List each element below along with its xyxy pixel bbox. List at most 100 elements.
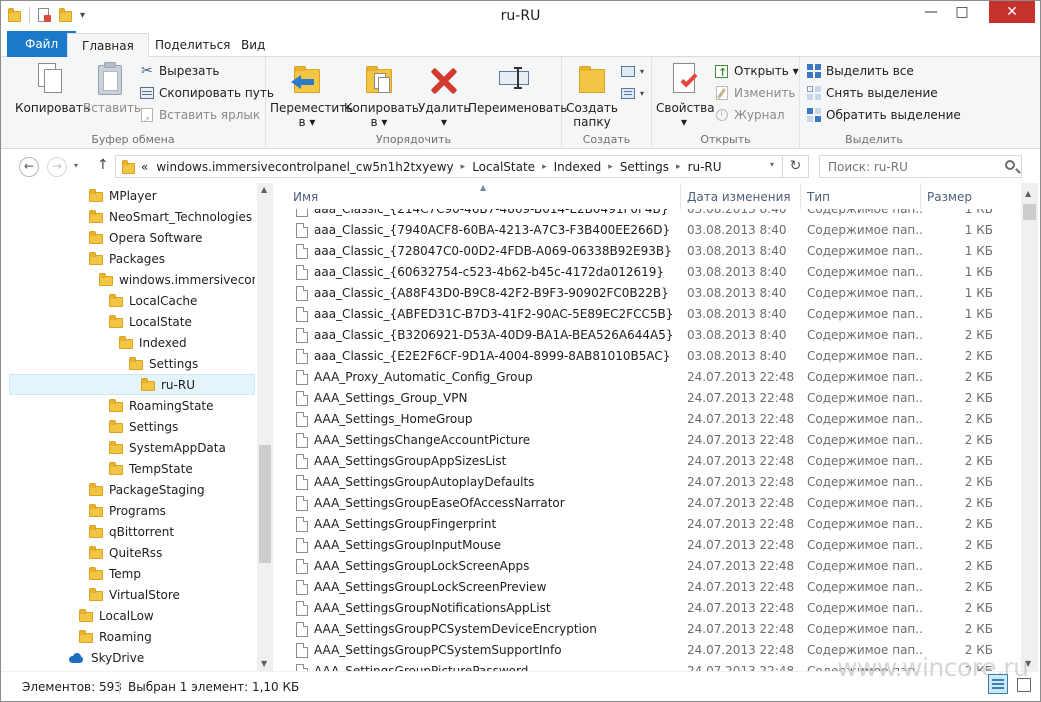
tree-item[interactable]: ru-RU [9,374,255,395]
scroll-down-icon[interactable]: ▼ [261,659,267,668]
nav-scroll-thumb[interactable] [259,445,271,563]
tree-item[interactable]: LocalState [9,311,255,332]
table-row[interactable]: AAA_SettingsChangeAccountPicture 24.07.20… [277,430,1021,451]
table-row[interactable]: AAA_Proxy_Automatic_Config_Group 24.07.20… [277,367,1021,388]
properties-button[interactable]: Свойства ▾ [656,61,715,129]
details-view-icon[interactable] [988,674,1008,694]
tab-view[interactable]: Вид [227,33,279,57]
tree-item[interactable]: VirtualStore [9,584,255,605]
tree-item[interactable]: NeoSmart_Technologies [9,206,255,227]
address-bar[interactable]: « windows.immersivecontrolpanel_cw5n1h2t… [115,155,809,178]
tab-file[interactable]: Файл [7,31,77,57]
tree-item[interactable]: Indexed [9,332,255,353]
tree-item[interactable]: Temp [9,563,255,584]
close-button[interactable]: ✕ [989,1,1035,23]
chevron-right-icon[interactable]: ▸ [539,162,550,172]
chevron-right-icon[interactable]: ▸ [605,162,616,172]
table-row[interactable]: aaa_Classic_{E2E2F6CF-9D1A-4004-8999-8AB… [277,346,1021,367]
recent-locations-icon[interactable]: ▾ [74,161,78,170]
file-scroll-thumb[interactable] [1023,204,1036,220]
open-button[interactable]: ↑ Открыть ▾ [714,61,799,81]
edit-button[interactable]: Изменить [714,83,796,103]
table-row[interactable]: aaa_Classic_{214C7C90-46B7-4869-B014-E2B… [277,209,1021,220]
select-none-button[interactable]: Снять выделение [806,83,938,103]
minimize-button[interactable]: — [916,1,946,23]
table-row[interactable]: AAA_SettingsGroupInputMouse 24.07.2013 22… [277,535,1021,556]
tree-item[interactable]: QuiteRss [9,542,255,563]
search-box[interactable] [819,155,1022,178]
history-button[interactable]: Журнал [714,105,785,125]
table-row[interactable]: aaa_Classic_{60632754-c523-4b62-b45c-417… [277,262,1021,283]
tree-item[interactable]: SystemAppData [9,437,255,458]
table-row[interactable]: AAA_SettingsGroupFingerprint 24.07.2013 2… [277,514,1021,535]
paste-shortcut-button[interactable]: ↗ Вставить ярлык [139,105,260,125]
breadcrumb-item[interactable]: windows.immersivecontrolpanel_cw5n1h2txy… [152,160,457,174]
tree-item[interactable]: LocalLow [9,605,255,626]
column-date[interactable]: Дата изменения [679,183,801,209]
easy-access-button[interactable]: ▾ [620,83,644,103]
search-input[interactable] [820,156,990,177]
tree-item[interactable]: SkyDrive [9,647,255,668]
forward-button[interactable]: → [47,157,67,177]
tree-item[interactable]: RoamingState [9,395,255,416]
select-all-button[interactable]: Выделить все [806,61,914,81]
table-row[interactable]: AAA_SettingsGroupLockScreenApps 24.07.201… [277,556,1021,577]
table-row[interactable]: AAA_SettingsGroupEaseOfAccessNarrator 24.… [277,493,1021,514]
copy-to-button[interactable]: Копировать в ▾ [344,61,419,129]
tree-item[interactable]: MPlayer [9,185,255,206]
chevron-right-icon[interactable]: ▸ [673,162,684,172]
table-row[interactable]: aaa_Classic_{728047C0-00D2-4FDB-A069-063… [277,241,1021,262]
refresh-icon[interactable]: ↻ [782,156,808,177]
column-size[interactable]: Размер [919,183,997,209]
copy-path-button[interactable]: Скопировать путь [139,83,274,103]
chevron-right-icon[interactable]: ▸ [458,162,469,172]
back-button[interactable]: ← [19,157,39,177]
new-item-button[interactable]: ▾ [620,61,644,81]
breadcrumb-item[interactable]: ru-RU [684,160,726,174]
new-folder-button[interactable]: Создать папку [566,61,618,129]
up-button[interactable]: ↑ [97,157,109,173]
rename-button[interactable]: Переименовать [468,61,567,115]
search-icon[interactable] [1005,160,1015,170]
breadcrumb-item[interactable]: Settings [616,160,673,174]
breadcrumb-item[interactable]: LocalState [468,160,539,174]
table-row[interactable]: aaa_Classic_{7940ACF8-60BA-4213-A7C3-F3B… [277,220,1021,241]
table-row[interactable]: AAA_Settings_HomeGroup 24.07.2013 22:48 Со… [277,409,1021,430]
invert-selection-button[interactable]: Обратить выделение [806,105,961,125]
large-icons-view-icon[interactable] [1013,674,1033,694]
tree-item[interactable]: Opera Software [9,227,255,248]
tree-item[interactable]: Packages [9,248,255,269]
table-row[interactable]: AAA_SettingsGroupAutoplayDefaults 24.07.2… [277,472,1021,493]
file-scrollbar[interactable]: ▲ ▼ [1021,183,1038,671]
table-row[interactable]: AAA_SettingsGroupAppSizesList 24.07.2013 … [277,451,1021,472]
address-history-icon[interactable]: ▾ [770,160,774,169]
tree-item[interactable]: PackageStaging [9,479,255,500]
table-row[interactable]: AAA_SettingsGroupLockScreenPreview 24.07.… [277,577,1021,598]
table-row[interactable]: AAA_SettingsGroupNotificationsAppList 24.… [277,598,1021,619]
move-to-button[interactable]: Переместить в ▾ [270,61,353,129]
column-name[interactable]: Имя [285,183,681,209]
tree-item[interactable]: LocalCache [9,290,255,311]
breadcrumb-overflow[interactable]: « [137,160,152,174]
delete-button[interactable]: Удалить ▾ [418,61,471,129]
nav-scrollbar[interactable]: ▲ ▼ [257,183,273,671]
cut-button[interactable]: ✂ Вырезать [139,61,220,81]
table-row[interactable]: AAA_SettingsGroupPCSystemDeviceEncryptio… [277,619,1021,640]
tree-item[interactable]: windows.immersivecontrolpanel_cw5n1h2txy… [9,269,255,290]
table-row[interactable]: aaa_Classic_{B3206921-D53A-40D9-BA1A-BEA… [277,325,1021,346]
breadcrumb-item[interactable]: Indexed [550,160,606,174]
column-type[interactable]: Тип [799,183,921,209]
tab-home[interactable]: Главная [67,33,149,58]
tree-item[interactable]: TempState [9,458,255,479]
table-row[interactable]: AAA_Settings_Group_VPN 24.07.2013 22:48 Со… [277,388,1021,409]
tree-item[interactable]: Settings [9,416,255,437]
table-row[interactable]: aaa_Classic_{ABFED31C-B7D3-41F2-90AC-5E8… [277,304,1021,325]
table-row[interactable]: aaa_Classic_{A88F43D0-B9C8-42F2-B9F3-909… [277,283,1021,304]
copy-button[interactable]: Копировать [15,61,90,115]
tree-item[interactable]: Settings [9,353,255,374]
paste-button[interactable]: Вставить [83,61,141,115]
tree-item[interactable]: qBittorrent [9,521,255,542]
scroll-up-icon[interactable]: ▲ [261,185,267,194]
tree-item[interactable]: Programs [9,500,255,521]
tree-item[interactable]: Roaming [9,626,255,647]
